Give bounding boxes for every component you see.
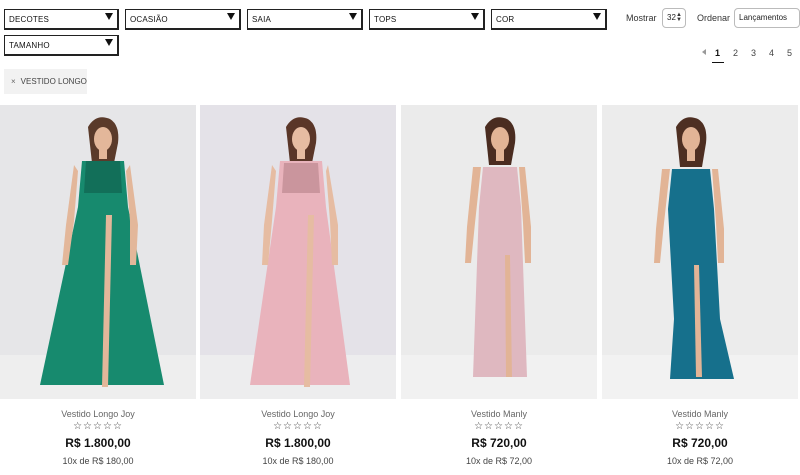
star-rating-icon: ☆☆☆☆☆ <box>73 421 123 432</box>
active-filter-label: VESTIDO LONGO <box>20 77 87 86</box>
filter-saia-label: SAIA <box>252 15 272 24</box>
dress-photo <box>0 105 196 399</box>
product-name[interactable]: Vestido Longo Joy <box>0 409 196 419</box>
order-value: Lançamentos <box>739 13 788 22</box>
filter-cor[interactable]: COR <box>491 9 607 30</box>
product-name[interactable]: Vestido Manly <box>401 409 597 419</box>
product-name[interactable]: Vestido Longo Joy <box>200 409 396 419</box>
filter-saia[interactable]: SAIA <box>247 9 363 30</box>
product-price: R$ 720,00 <box>471 436 527 450</box>
product-card[interactable]: Vestido Manly ☆☆☆☆☆ R$ 720,00 10x de R$ … <box>602 105 798 475</box>
product-price: R$ 1.800,00 <box>265 436 331 450</box>
chevron-down-icon <box>105 13 113 20</box>
dress-photo <box>602 105 798 399</box>
show-count-value: 32 <box>667 13 676 22</box>
chevron-left-icon[interactable] <box>702 49 706 55</box>
filter-tops-label: TOPS <box>374 15 397 24</box>
product-price: R$ 1.800,00 <box>65 436 131 450</box>
filter-decotes-label: DECOTES <box>9 15 50 24</box>
page-link-2[interactable]: 2 <box>733 48 738 58</box>
dress-photo <box>200 105 396 399</box>
product-installments: 10x de R$ 72,00 <box>465 456 533 466</box>
star-rating-icon: ☆☆☆☆☆ <box>675 421 725 432</box>
filter-ocasiao-label: OCASIÃO <box>130 15 168 24</box>
chevron-down-icon <box>227 13 235 20</box>
chevron-down-icon <box>349 13 357 20</box>
product-image[interactable] <box>401 105 597 399</box>
active-filter-tag[interactable]: × VESTIDO LONGO <box>4 69 87 94</box>
page-link-5[interactable]: 5 <box>787 48 792 58</box>
product-installments: 10x de R$ 180,00 <box>262 456 334 466</box>
product-card[interactable]: Vestido Longo Joy ☆☆☆☆☆ R$ 1.800,00 10x … <box>200 105 396 475</box>
page-link-1[interactable]: 1 <box>715 48 720 58</box>
filter-tamanho[interactable]: TAMANHO <box>4 35 119 56</box>
order-select[interactable]: Lançamentos <box>734 8 800 28</box>
product-card[interactable]: Vestido Longo Joy ☆☆☆☆☆ R$ 1.800,00 10x … <box>0 105 196 475</box>
page-link-3[interactable]: 3 <box>751 48 756 58</box>
star-rating-icon: ☆☆☆☆☆ <box>273 421 323 432</box>
chevron-down-icon <box>471 13 479 20</box>
filter-cor-label: COR <box>496 15 515 24</box>
filter-ocasiao[interactable]: OCASIÃO <box>125 9 241 30</box>
dress-photo <box>401 105 597 399</box>
product-installments: 10x de R$ 72,00 <box>666 456 734 466</box>
product-installments: 10x de R$ 180,00 <box>62 456 134 466</box>
order-label: Ordenar <box>697 13 731 23</box>
chevron-down-icon <box>105 39 113 46</box>
product-image[interactable] <box>200 105 396 399</box>
chevron-down-icon <box>593 13 601 20</box>
pagination: 1 2 3 4 5 <box>700 48 800 63</box>
filter-tops[interactable]: TOPS <box>369 9 485 30</box>
filter-decotes[interactable]: DECOTES <box>4 9 119 30</box>
product-card[interactable]: Vestido Manly ☆☆☆☆☆ R$ 720,00 10x de R$ … <box>401 105 597 475</box>
product-image[interactable] <box>0 105 196 399</box>
page-link-4[interactable]: 4 <box>769 48 774 58</box>
product-price: R$ 720,00 <box>672 436 728 450</box>
star-rating-icon: ☆☆☆☆☆ <box>474 421 524 432</box>
filter-tamanho-label: TAMANHO <box>9 41 50 50</box>
close-icon[interactable]: × <box>11 77 16 86</box>
product-image[interactable] <box>602 105 798 399</box>
show-label: Mostrar <box>626 13 657 23</box>
sort-arrows-icon: ▲ ▼ <box>676 12 682 23</box>
product-name[interactable]: Vestido Manly <box>602 409 798 419</box>
current-page-underline <box>712 62 724 63</box>
show-count-select[interactable]: 32 ▲ ▼ <box>662 8 686 28</box>
